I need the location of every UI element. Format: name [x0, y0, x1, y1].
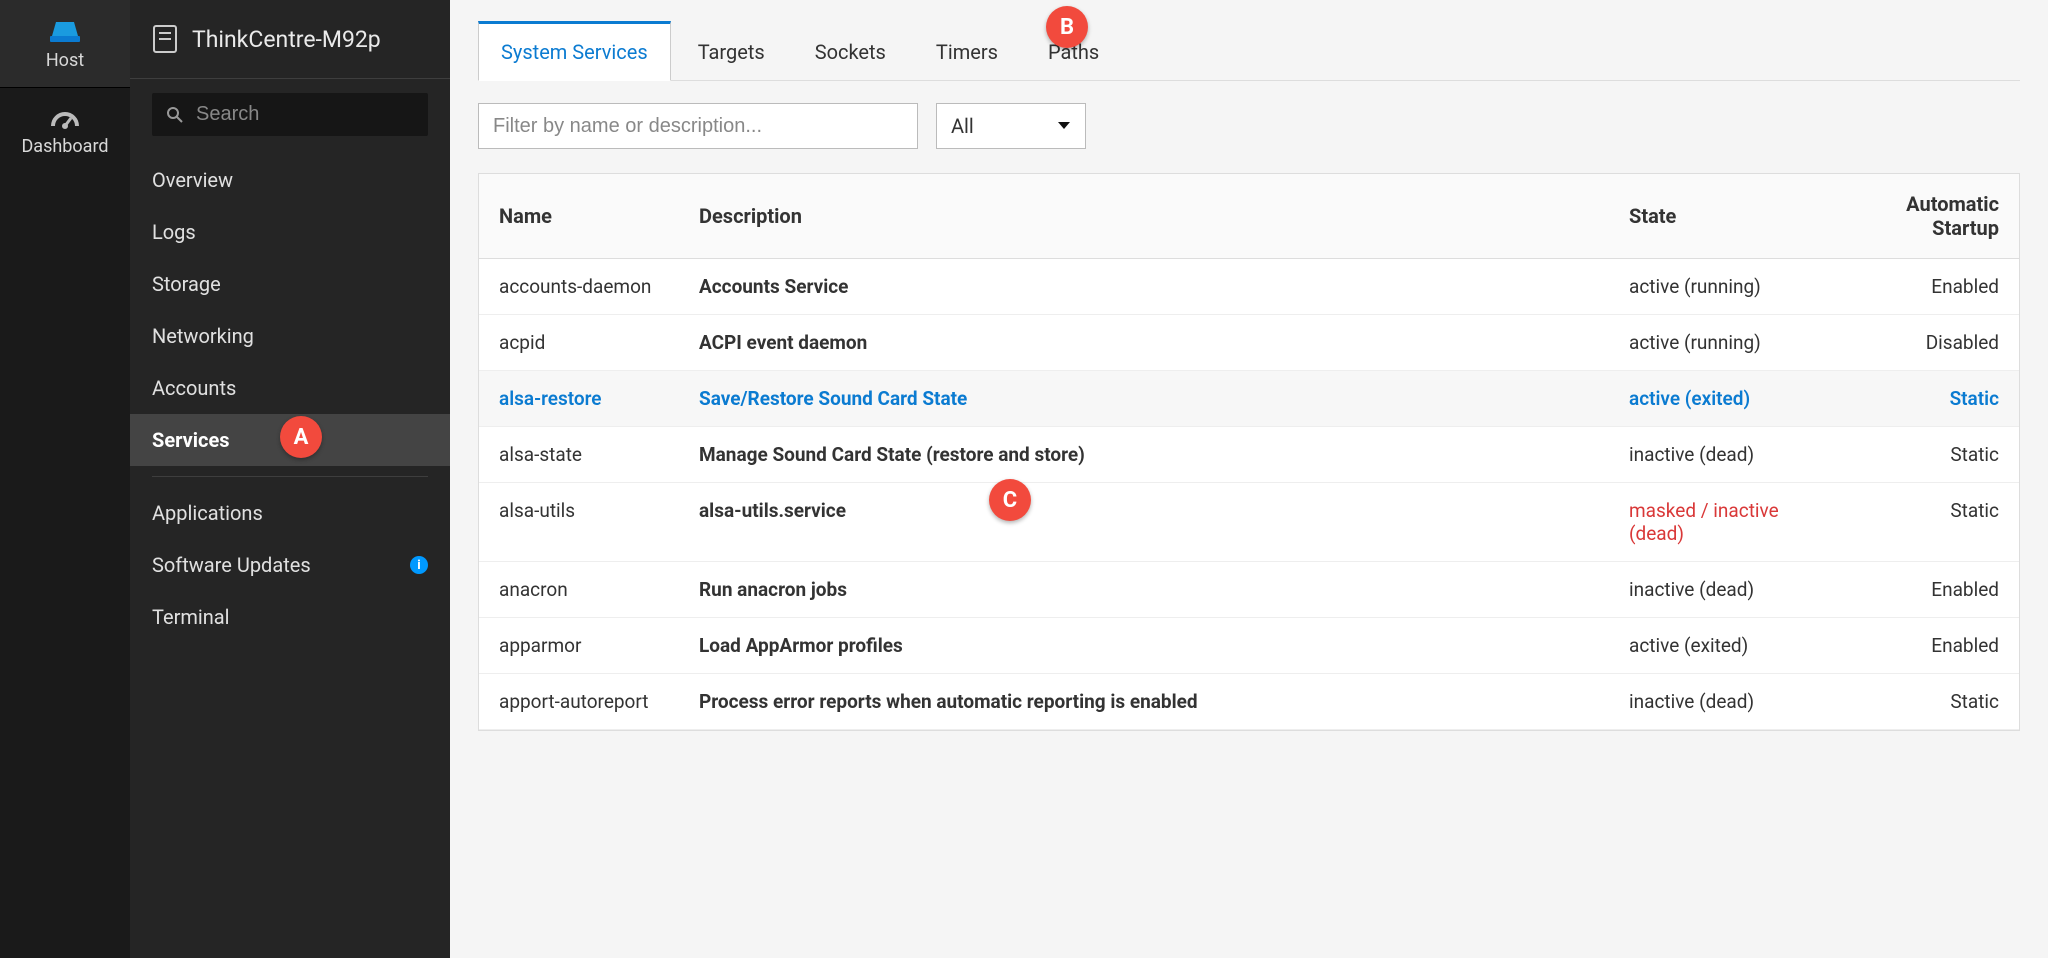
nav-label: Logs	[152, 220, 196, 244]
cell-name: alsa-utils	[479, 483, 679, 562]
cell-description: alsa-utils.service C	[679, 483, 1609, 562]
table-row[interactable]: apparmor Load AppArmor profiles active (…	[479, 618, 2019, 674]
sidebar-nav: Overview Logs Storage Networking Account…	[130, 144, 450, 653]
cell-state: active (running)	[1609, 315, 1819, 371]
nav-services[interactable]: Services A	[130, 414, 450, 466]
nav-label: Software Updates	[152, 553, 311, 577]
cell-name: apparmor	[479, 618, 679, 674]
table-row[interactable]: acpid ACPI event daemon active (running)…	[479, 315, 2019, 371]
col-description[interactable]: Description	[679, 174, 1609, 259]
cell-name: alsa-state	[479, 427, 679, 483]
filter-select-value: All	[951, 114, 974, 138]
cell-startup: Static	[1819, 371, 2019, 427]
cell-startup: Enabled	[1819, 618, 2019, 674]
col-state[interactable]: State	[1609, 174, 1819, 259]
cell-startup: Static	[1819, 483, 2019, 562]
filter-select[interactable]: All	[936, 103, 1086, 149]
gauge-icon	[49, 106, 81, 130]
table-row[interactable]: apport-autoreport Process error reports …	[479, 674, 2019, 730]
cell-state: active (exited)	[1609, 618, 1819, 674]
sidebar: ThinkCentre-M92p Overview Logs Storage N…	[130, 0, 450, 958]
rail-item-host[interactable]: Host	[0, 0, 130, 87]
rail-label-dashboard: Dashboard	[21, 136, 108, 157]
tab-system-services[interactable]: System Services	[478, 21, 671, 81]
nav-applications[interactable]: Applications	[130, 487, 450, 539]
tab-timers[interactable]: Timers	[913, 23, 1021, 80]
nav-accounts[interactable]: Accounts	[130, 362, 450, 414]
filter-input[interactable]	[478, 103, 918, 149]
host-name: ThinkCentre-M92p	[192, 26, 381, 53]
host-icon	[152, 24, 178, 54]
nav-networking[interactable]: Networking	[130, 310, 450, 362]
cell-name: anacron	[479, 562, 679, 618]
nav-software-updates[interactable]: Software Updates i	[130, 539, 450, 591]
host-header: ThinkCentre-M92p	[130, 18, 450, 79]
cell-description: Save/Restore Sound Card State	[679, 371, 1609, 427]
left-rail: Host Dashboard	[0, 0, 130, 958]
main-content: System Services Targets Sockets Timers P…	[450, 0, 2048, 958]
tabs: System Services Targets Sockets Timers P…	[478, 20, 2020, 81]
nav-overview[interactable]: Overview	[130, 154, 450, 206]
nav-label: Accounts	[152, 376, 236, 400]
annotation-b: B	[1046, 6, 1088, 48]
nav-label: Terminal	[152, 605, 230, 629]
cell-state: inactive (dead)	[1609, 427, 1819, 483]
rail-item-dashboard[interactable]: Dashboard	[0, 88, 130, 173]
nav-label: Applications	[152, 501, 263, 525]
nav-label: Networking	[152, 324, 254, 348]
nav-terminal[interactable]: Terminal	[130, 591, 450, 643]
nav-label: Services	[152, 428, 230, 452]
nav-label: Storage	[152, 272, 221, 296]
cell-name: accounts-daemon	[479, 259, 679, 315]
nav-logs[interactable]: Logs	[130, 206, 450, 258]
table-row[interactable]: alsa-utils alsa-utils.service C masked /…	[479, 483, 2019, 562]
col-startup[interactable]: Automatic Startup	[1819, 174, 2019, 259]
tab-targets[interactable]: Targets	[675, 23, 788, 80]
annotation-c: C	[989, 479, 1031, 521]
cell-startup: Static	[1819, 674, 2019, 730]
rail-label-host: Host	[46, 50, 84, 71]
cell-description: ACPI event daemon	[679, 315, 1609, 371]
cell-description: Accounts Service	[679, 259, 1609, 315]
cell-description: Manage Sound Card State (restore and sto…	[679, 427, 1609, 483]
cell-startup: Enabled	[1819, 562, 2019, 618]
cell-state: inactive (dead)	[1609, 674, 1819, 730]
cell-name: apport-autoreport	[479, 674, 679, 730]
cell-startup: Enabled	[1819, 259, 2019, 315]
cell-description: Process error reports when automatic rep…	[679, 674, 1609, 730]
cell-name: acpid	[479, 315, 679, 371]
nav-label: Overview	[152, 168, 233, 192]
info-icon: i	[410, 556, 428, 574]
table-row[interactable]: alsa-state Manage Sound Card State (rest…	[479, 427, 2019, 483]
services-table: Name Description State Automatic Startup…	[478, 173, 2020, 731]
cell-description-text: alsa-utils.service	[699, 499, 846, 522]
chevron-down-icon	[1057, 121, 1071, 131]
cell-state: masked / inactive (dead)	[1609, 483, 1819, 562]
cell-startup: Disabled	[1819, 315, 2019, 371]
cell-description: Run anacron jobs	[679, 562, 1609, 618]
cell-state: active (exited)	[1609, 371, 1819, 427]
table-row[interactable]: anacron Run anacron jobs inactive (dead)…	[479, 562, 2019, 618]
cell-state: active (running)	[1609, 259, 1819, 315]
col-name[interactable]: Name	[479, 174, 679, 259]
tab-sockets[interactable]: Sockets	[792, 23, 909, 80]
search-icon	[166, 106, 184, 124]
nav-divider	[152, 476, 428, 477]
cell-state: inactive (dead)	[1609, 562, 1819, 618]
cell-name: alsa-restore	[479, 371, 679, 427]
annotation-a: A	[280, 416, 322, 458]
cell-description: Load AppArmor profiles	[679, 618, 1609, 674]
server-icon	[48, 18, 82, 44]
sidebar-search[interactable]	[152, 93, 428, 136]
cell-startup: Static	[1819, 427, 2019, 483]
table-row[interactable]: alsa-restore Save/Restore Sound Card Sta…	[479, 371, 2019, 427]
nav-storage[interactable]: Storage	[130, 258, 450, 310]
table-row[interactable]: accounts-daemon Accounts Service active …	[479, 259, 2019, 315]
sidebar-search-input[interactable]	[196, 103, 414, 126]
